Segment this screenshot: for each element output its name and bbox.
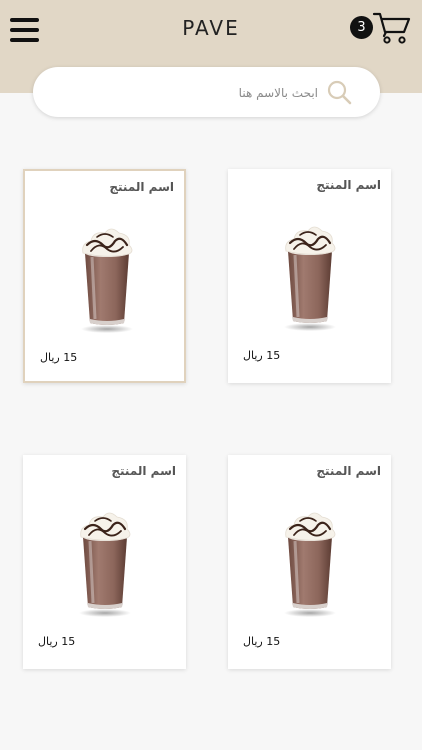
product-name: اسم المنتج — [109, 180, 174, 194]
product-card[interactable]: اسم المنتج 15 ريال — [23, 169, 186, 383]
frappe-drink-image — [79, 227, 135, 335]
product-name: اسم المنتج — [316, 464, 381, 478]
search-bar — [33, 67, 380, 117]
frappe-drink-image — [77, 511, 133, 619]
frappe-drink-image — [282, 511, 338, 619]
product-name: اسم المنتج — [316, 178, 381, 192]
search-input[interactable] — [53, 77, 320, 109]
cart-button[interactable]: 3 — [350, 10, 412, 46]
frappe-drink-image — [282, 225, 338, 333]
product-price: 15 ريال — [40, 351, 78, 364]
cart-icon — [372, 12, 411, 44]
product-card[interactable]: اسم المنتج 15 ريال — [228, 169, 391, 383]
product-price: 15 ريال — [243, 349, 281, 362]
product-card[interactable]: اسم المنتج 15 ريال — [228, 455, 391, 669]
product-price: 15 ريال — [243, 635, 281, 648]
product-name: اسم المنتج — [111, 464, 176, 478]
product-card[interactable]: اسم المنتج 15 ريال — [23, 455, 186, 669]
search-icon[interactable] — [326, 79, 352, 105]
cart-count-badge: 3 — [350, 16, 373, 39]
product-price: 15 ريال — [38, 635, 76, 648]
